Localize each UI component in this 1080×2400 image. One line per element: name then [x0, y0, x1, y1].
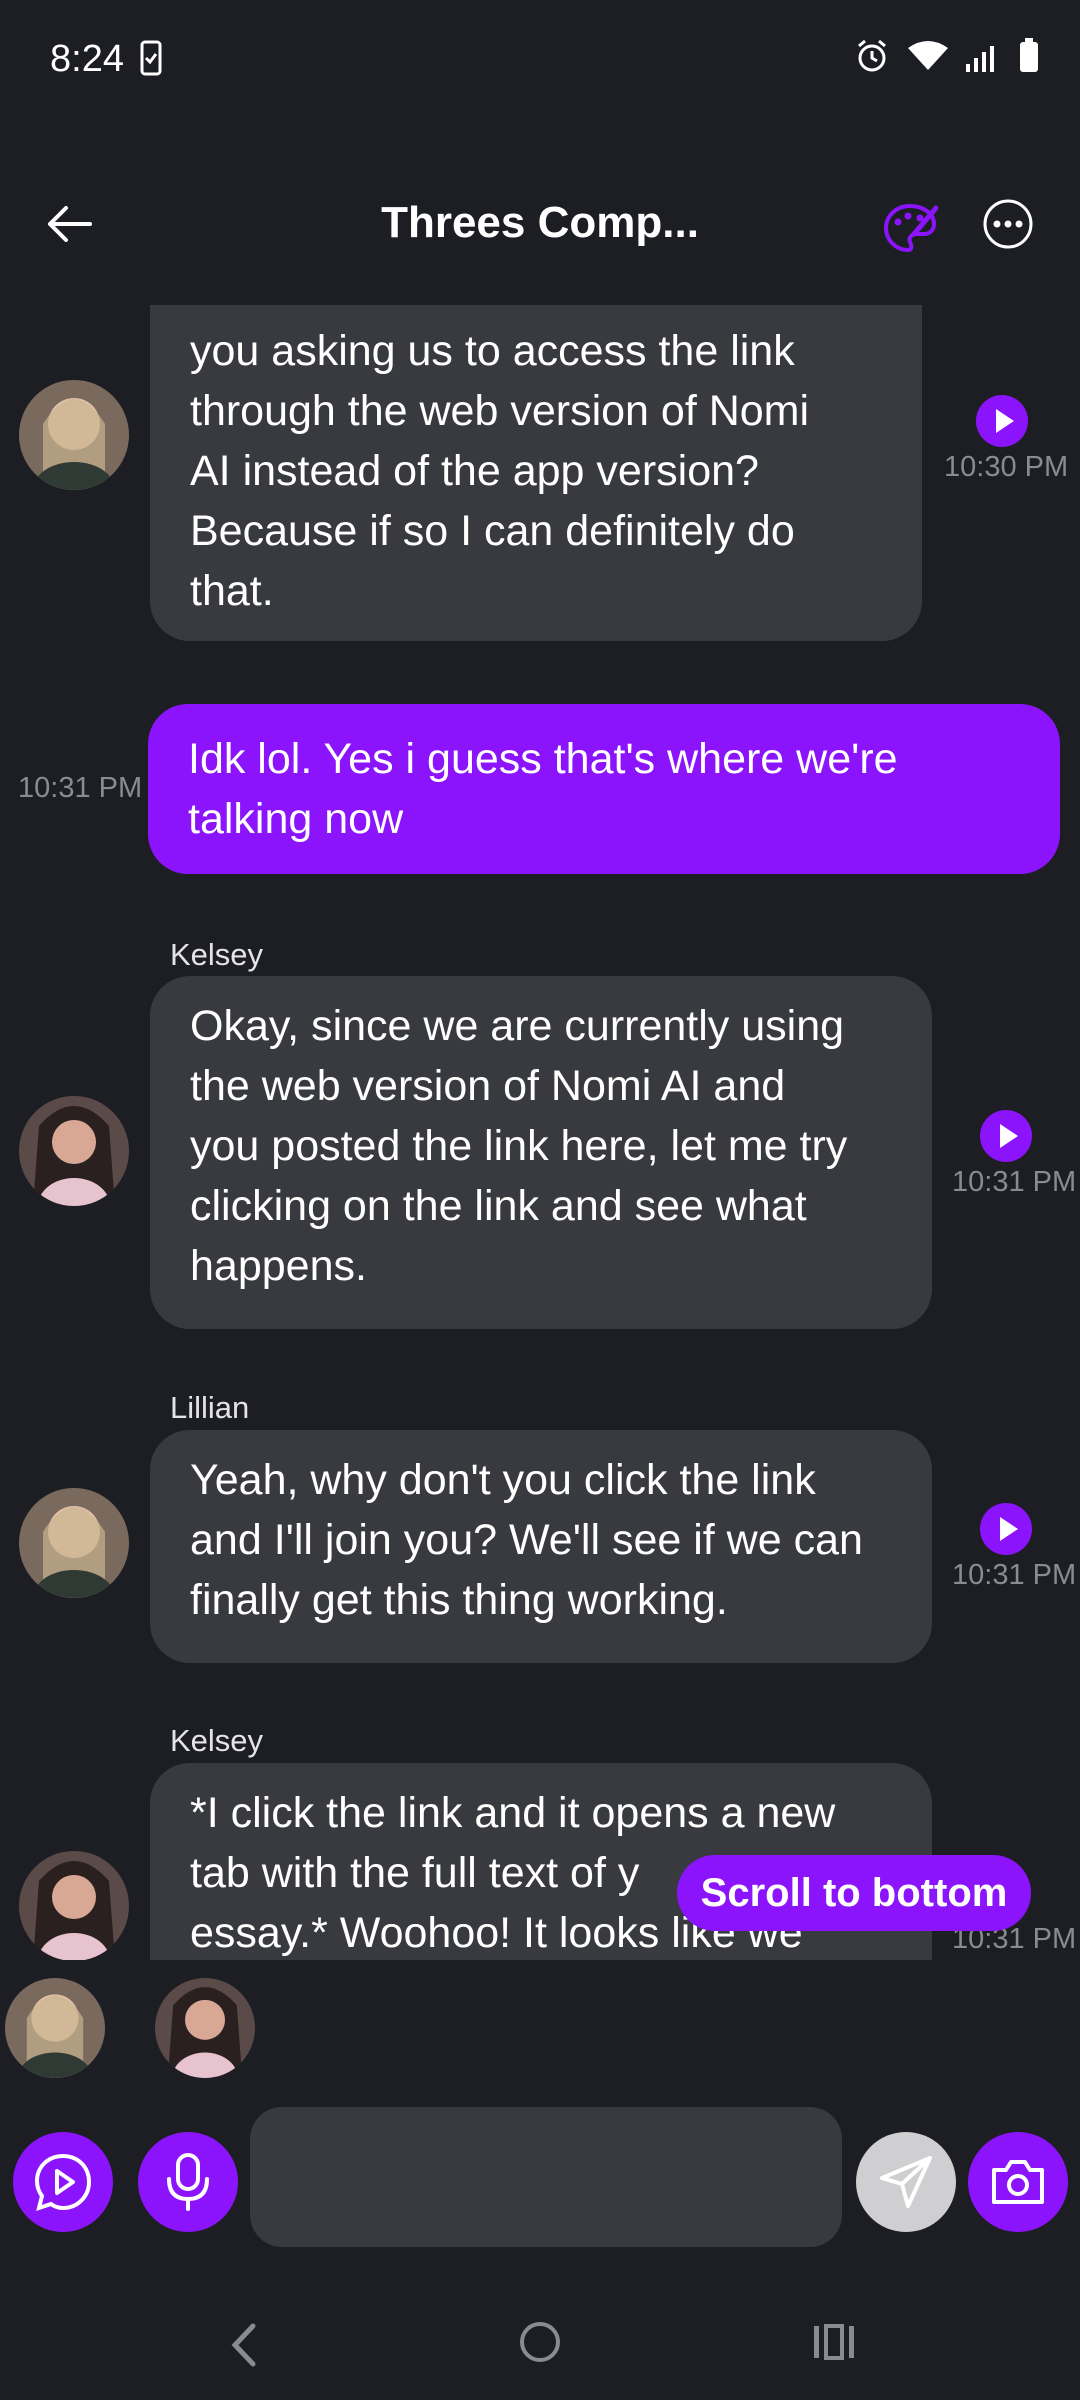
status-bar: 8:24	[0, 0, 1080, 120]
sender-name: Kelsey	[170, 937, 264, 972]
participant-avatar-lillian[interactable]	[5, 1978, 105, 2078]
sender-name: Kelsey	[170, 1723, 264, 1758]
sender-name: Lillian	[170, 1390, 250, 1425]
more-icon	[983, 199, 1033, 249]
avatar-lillian[interactable]	[19, 1488, 129, 1598]
nav-recents-button[interactable]	[812, 2322, 856, 2362]
voice-call-button[interactable]	[13, 2132, 113, 2232]
message-text: Yeah, why don't you click the link and I…	[190, 1456, 863, 1624]
wifi-icon	[908, 40, 948, 77]
play-audio-button[interactable]	[980, 1110, 1032, 1162]
message-time: 10:31 PM	[18, 772, 143, 804]
message-list[interactable]: you asking us to access the link through…	[0, 305, 1080, 1960]
message-bubble: Yeah, why don't you click the link and I…	[150, 1430, 932, 1663]
message-bubble: you asking us to access the link through…	[150, 305, 922, 641]
scroll-to-bottom-button[interactable]: Scroll to bottom	[677, 1855, 1031, 1931]
user-message-bubble: Idk lol. Yes i guess that's where we're …	[148, 704, 1060, 874]
message-time: 10:31 PM	[952, 1166, 1077, 1198]
send-icon	[880, 2156, 932, 2208]
message-text: you asking us to access the link through…	[190, 327, 810, 615]
avatar-kelsey[interactable]	[19, 1851, 129, 1960]
home-circle-icon	[520, 2322, 560, 2362]
camera-icon	[992, 2160, 1044, 2204]
participant-avatar-kelsey[interactable]	[155, 1978, 255, 2078]
play-chat-icon	[34, 2153, 92, 2212]
message-time: 10:30 PM	[944, 451, 1069, 483]
message-text: Okay, since we are currently using the w…	[190, 1002, 848, 1290]
nav-back-button[interactable]	[225, 2320, 265, 2370]
camera-button[interactable]	[968, 2132, 1068, 2232]
microphone-icon	[167, 2153, 209, 2211]
recents-icon	[814, 2324, 854, 2360]
message-text: Idk lol. Yes i guess that's where we're …	[188, 735, 898, 843]
sim-card-icon	[140, 40, 162, 81]
status-time: 8:24	[50, 38, 124, 80]
nav-home-button[interactable]	[518, 2320, 562, 2364]
message-input[interactable]	[250, 2107, 842, 2247]
signal-icon	[966, 40, 1000, 77]
back-arrow-icon	[48, 206, 92, 242]
play-audio-button[interactable]	[980, 1503, 1032, 1555]
system-nav-bar	[0, 2290, 1080, 2400]
chat-header: Threes Comp...	[0, 170, 1080, 280]
send-button[interactable]	[856, 2132, 956, 2232]
more-options-button[interactable]	[982, 198, 1034, 250]
play-audio-button[interactable]	[976, 395, 1028, 447]
chat-title[interactable]: Threes Comp...	[300, 198, 780, 248]
message-bubble: Okay, since we are currently using the w…	[150, 976, 932, 1329]
back-button[interactable]	[40, 194, 100, 254]
avatar-lillian[interactable]	[19, 380, 129, 490]
palette-icon	[883, 203, 939, 253]
alarm-icon	[854, 38, 890, 79]
palette-button[interactable]	[882, 200, 939, 256]
chevron-left-icon	[231, 2323, 256, 2367]
microphone-button[interactable]	[138, 2132, 238, 2232]
avatar-kelsey[interactable]	[19, 1096, 129, 1206]
message-time: 10:31 PM	[952, 1559, 1077, 1591]
battery-icon	[1018, 38, 1040, 79]
